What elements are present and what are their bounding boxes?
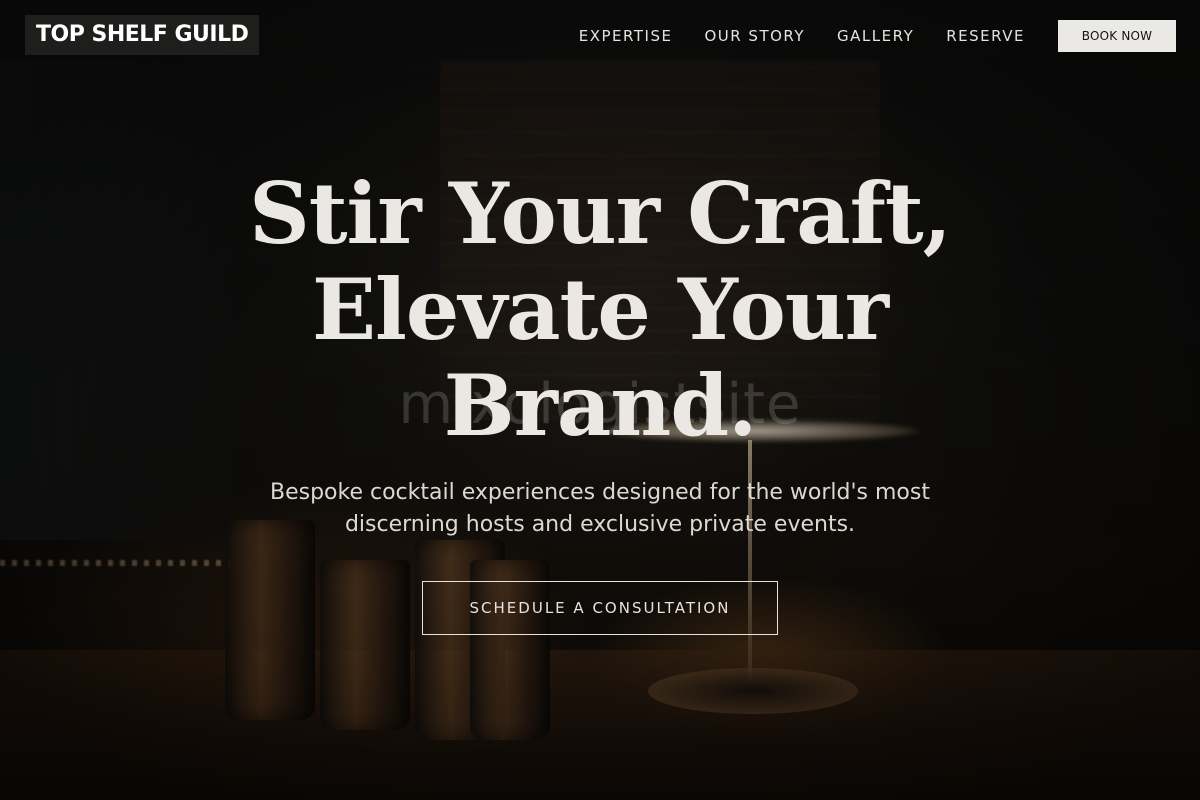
- book-now-button[interactable]: BOOK NOW: [1058, 20, 1176, 52]
- subtitle-line: discerning hosts and exclusive private e…: [344, 512, 856, 537]
- nav-link-gallery[interactable]: GALLERY: [837, 26, 914, 46]
- schedule-consultation-button[interactable]: SCHEDULE A CONSULTATION: [422, 581, 778, 635]
- nav-link-our-story[interactable]: OUR STORY: [704, 26, 805, 46]
- site-logo[interactable]: TOP SHELF GUILD: [25, 15, 260, 55]
- hero-section: TOP SHELF GUILD EXPERTISE OUR STORY GALL…: [0, 0, 1200, 800]
- headline-line: Elevate Your: [311, 260, 889, 359]
- hero-subtitle: Bespoke cocktail experiences designed fo…: [200, 477, 1000, 541]
- site-header: TOP SHELF GUILD EXPERTISE OUR STORY GALL…: [0, 0, 1200, 72]
- main-nav: EXPERTISE OUR STORY GALLERY RESERVE: [579, 26, 1025, 46]
- headline-line: Stir Your Craft,: [249, 164, 952, 263]
- headline-line: Brand.: [443, 356, 758, 455]
- nav-link-expertise[interactable]: EXPERTISE: [579, 26, 673, 46]
- hero-headline: Stir Your Craft, Elevate Your Brand.: [150, 166, 1050, 454]
- subtitle-line: Bespoke cocktail experiences designed fo…: [270, 480, 930, 505]
- nav-link-reserve[interactable]: RESERVE: [946, 26, 1025, 46]
